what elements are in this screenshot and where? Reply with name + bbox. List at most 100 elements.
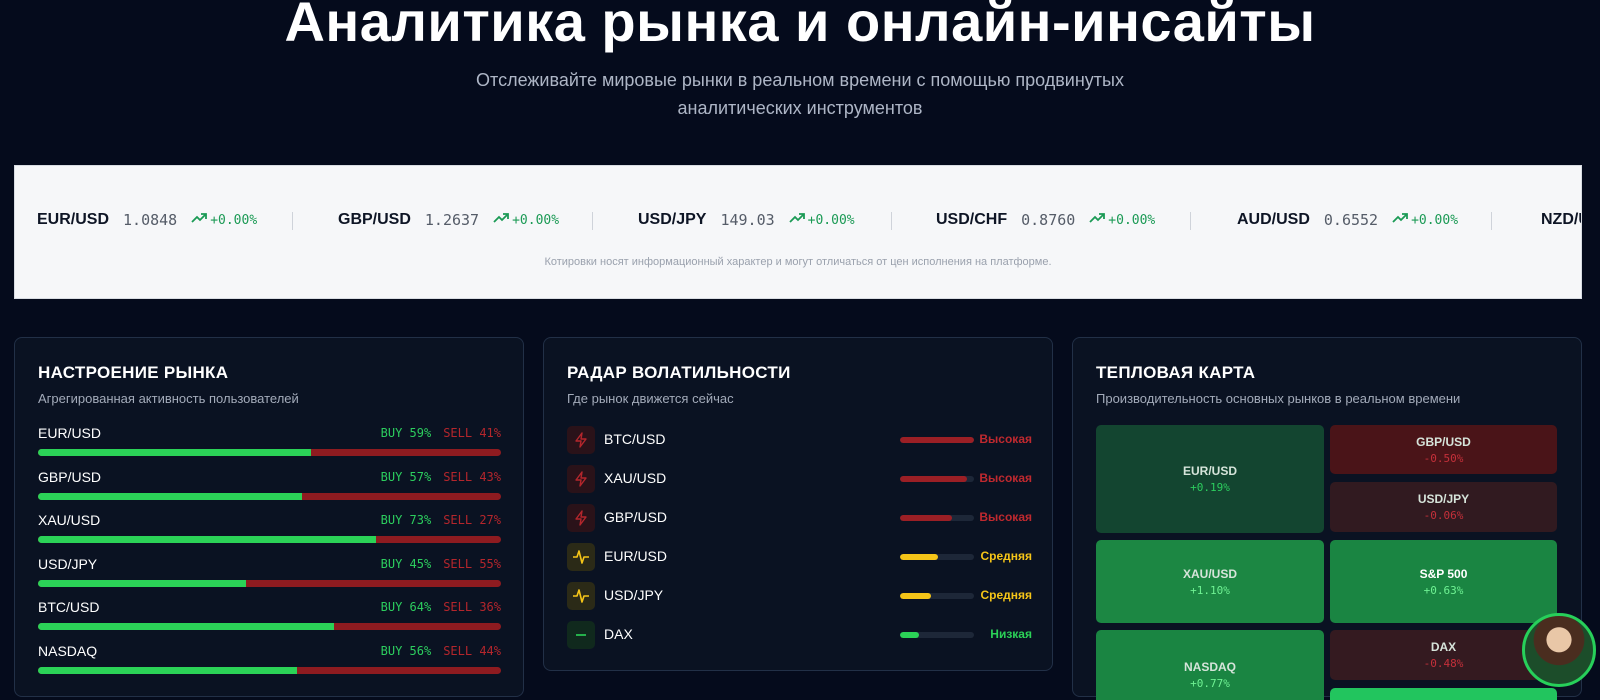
trend-up-icon [493,212,512,228]
volatility-row: BTC/USD Высокая [567,426,1032,454]
volatility-bar [900,632,974,638]
sell-percent: SELL 55% [443,556,501,571]
volatility-bar-fill [900,593,932,599]
ticker-pair: EUR/USD [37,211,110,228]
sell-percent: SELL 27% [443,513,501,527]
sentiment-pair: GBP/USD [38,468,102,485]
heatmap-tile-name: NASDAQ [1183,660,1236,674]
buy-percent: BUY 59% [380,426,432,440]
heatmap-tile-name: EUR/USD [1182,464,1237,478]
lightning-icon [567,426,595,454]
volatility-bar-fill [900,476,967,482]
ticker-change-value: +0.00% [1411,212,1459,228]
ticker-change-value: +0.00% [210,212,258,228]
sentiment-values: BUY 59% SELL 41% [381,426,501,440]
heatmap-tile-value: -0.48% [1423,657,1464,670]
volatility-row: EUR/USD Средняя [567,543,1032,571]
sentiment-bar [38,536,501,543]
sentiment-values: BUY 73% SELL 27% [381,513,501,527]
volatility-bar-fill [900,554,939,560]
ticker-change: +0.00% [493,212,559,228]
volatility-level: Высокая [979,510,1032,524]
heatmap-tile[interactable]: NASDAQ +0.77% [1096,630,1324,700]
volatility-level: Средняя [980,549,1032,563]
heatmap-card: ТЕПЛОВАЯ КАРТА Производительность основн… [1072,337,1582,700]
buy-percent: BUY 45% [380,556,432,571]
sentiment-row: BTC/USD BUY 64% SELL 36% [38,599,501,639]
ticker-change: +0.00% [789,212,855,228]
volatility-row: DAX Низкая [567,621,1032,649]
ticker-divider [1491,212,1492,230]
ticker-change: +0.00% [1089,212,1155,228]
ticker-disclaimer: Котировки носят информационный характер … [544,256,1052,268]
volatility-row: USD/JPY Средняя [567,582,1032,610]
sell-percent: SELL 36% [443,600,501,614]
lightning-icon [567,504,595,532]
volatility-title: РАДАР ВОЛАТИЛЬНОСТИ [567,363,791,382]
ticker-divider [891,212,892,230]
ticker-change-value: +0.00% [807,212,855,228]
ticker-item[interactable]: USD/JPY 149.03 +0.00% [638,208,855,232]
volatility-level: Низкая [990,627,1032,641]
trend-up-icon [1392,212,1411,228]
sentiment-row: GBP/USD BUY 57% SELL 43% [38,469,501,509]
heatmap-tile[interactable]: EUR/USD +0.19% [1096,425,1324,533]
ticker-change-value: +0.00% [512,212,560,228]
volatility-pair: GBP/USD [604,509,668,525]
sentiment-row: NASDAQ BUY 56% SELL 44% [38,643,501,683]
sentiment-bar [38,579,501,587]
heatmap-tile[interactable]: S&P 500 +0.63% [1330,540,1557,623]
volatility-bar-fill [900,515,952,521]
sentiment-bar-buy-fill [38,536,376,543]
volatility-level: Высокая [979,432,1032,446]
pulse-icon [567,543,595,571]
sentiment-bar [38,492,501,500]
volatility-pair: XAU/USD [604,470,667,486]
volatility-bar [900,515,974,521]
ticker-change: +0.00% [1392,212,1458,228]
ticker-price: 0.6552 [1323,211,1379,229]
ticker-price: 1.2637 [424,211,480,229]
heatmap-tile-value: +0.63% [1423,583,1464,597]
ticker-row: EUR/USD 1.0848 +0.00% GBP/USD 1.2637 +0.00% US… [15,208,1581,232]
ticker-price: 1.0848 [123,211,178,229]
support-chat-avatar[interactable] [1522,613,1596,687]
volatility-pair: DAX [604,626,633,642]
heatmap-tile[interactable]: USD/JPY -0.06% [1330,482,1557,532]
ticker-item[interactable]: GBP/USD 1.2637 +0.00% [338,208,559,232]
ticker-item[interactable]: EUR/USD 1.0848 +0.00% [37,208,257,232]
heatmap-tile[interactable]: BTC/USD [1330,688,1557,700]
trend-up-icon [191,212,210,228]
heatmap-tile[interactable]: GBP/USD -0.50% [1330,425,1557,474]
ticker-item[interactable]: AUD/USD 0.6552 +0.00% [1237,208,1458,232]
buy-percent: BUY 56% [380,643,432,658]
heatmap-tile-name: S&P 500 [1419,566,1468,581]
sentiment-bar-buy-fill [38,492,302,500]
hero-subtitle-line1: Отслеживайте мировые рынки в реальном вр… [476,70,1124,90]
volatility-pair: BTC/USD [604,431,666,447]
volatility-bar-fill [900,437,974,443]
heatmap-tile-name: USD/JPY [1417,492,1470,506]
heatmap-tile-name: GBP/USD [1416,434,1471,449]
trend-up-icon [789,212,808,228]
volatility-pair: EUR/USD [604,548,668,564]
volatility-subtitle: Где рынок движется сейчас [567,391,734,406]
ticker-divider [1190,212,1191,230]
volatility-bar-fill [900,632,919,638]
sentiment-values: BUY 57% SELL 43% [381,470,501,484]
heatmap-tile[interactable]: XAU/USD +1.10% [1096,540,1324,623]
sentiment-values: BUY 64% SELL 36% [381,600,501,614]
volatility-row: GBP/USD Высокая [567,504,1032,532]
sentiment-bar-buy-fill [38,666,298,674]
ticker-item[interactable]: USD/CHF 0.8760 +0.00% [936,208,1155,232]
heatmap-tile-name: DAX [1430,640,1457,654]
heatmap-title: ТЕПЛОВАЯ КАРТА [1096,363,1256,382]
heatmap-tile-value: -0.06% [1423,509,1464,522]
ticker-price: 0.8760 [1021,211,1076,229]
trend-up-icon [1089,212,1108,228]
sentiment-values: BUY 45% SELL 55% [381,557,501,571]
buy-percent: BUY 57% [380,469,432,484]
ticker-item[interactable]: NZD/USD [1541,208,1581,232]
ticker-pair: USD/JPY [638,211,707,228]
volatility-pair: USD/JPY [604,587,664,603]
